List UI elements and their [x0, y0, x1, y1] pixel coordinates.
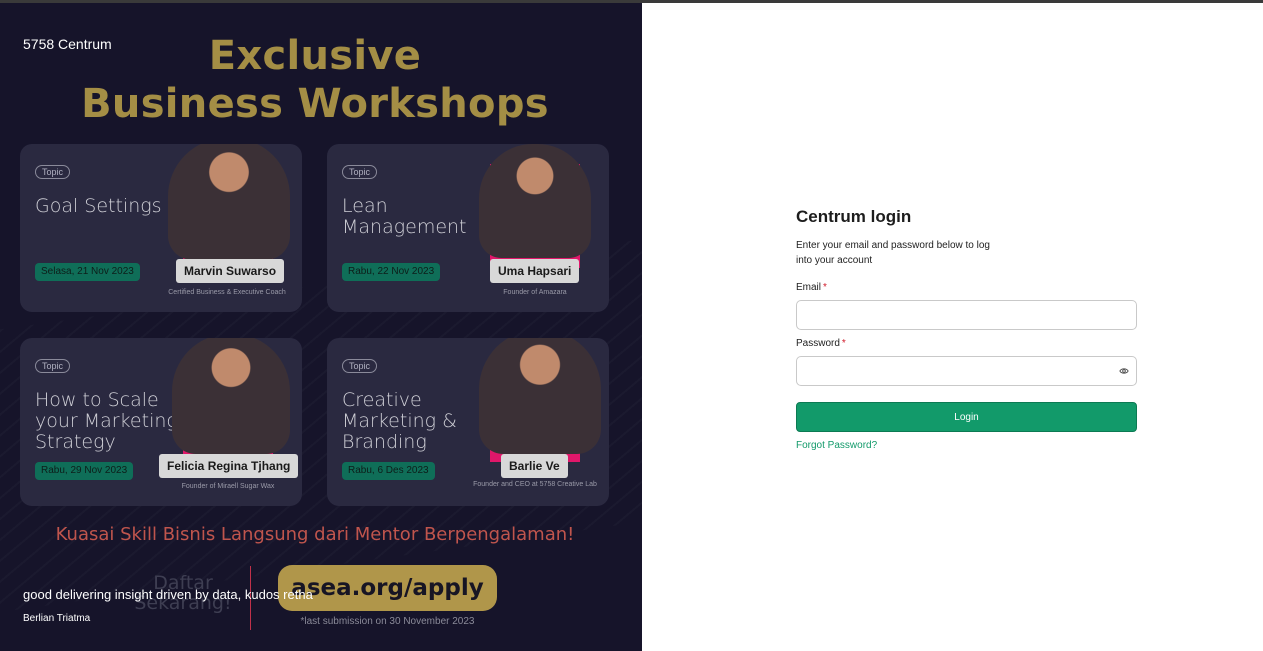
workshop-date: Selasa, 21 Nov 2023: [35, 263, 140, 281]
topic-tag: Topic: [342, 165, 378, 179]
password-field[interactable]: [796, 356, 1137, 386]
speaker-name-tag: Barlie Ve: [501, 454, 568, 478]
login-button[interactable]: Login: [796, 402, 1137, 432]
topic-tag: Topic: [35, 359, 71, 373]
speaker-photo: [172, 338, 290, 454]
last-submission-note: *last submission on 30 November 2023: [300, 616, 475, 627]
workshop-date: Rabu, 22 Nov 2023: [342, 263, 441, 281]
speaker-name-tag: Uma Hapsari: [490, 259, 580, 283]
speaker-photo: [479, 144, 591, 258]
forgot-password-link[interactable]: Forgot Password?: [796, 440, 877, 451]
speaker-role: Founder and CEO at 5758 Creative Lab: [473, 481, 597, 488]
email-field[interactable]: [796, 300, 1137, 330]
email-label: Email: [796, 282, 822, 293]
email-label-row: Email *: [796, 282, 827, 293]
promo-panel: 5758 Centrum Exclusive Business Workshop…: [0, 3, 642, 651]
password-field-wrapper: [796, 356, 1137, 386]
workshop-card-scale-marketing: Topic How to Scale your Marketing Strate…: [20, 338, 302, 506]
speaker-role: Founder of Amazara: [503, 289, 567, 296]
promo-subtitle: Kuasai Skill Bisnis Langsung dari Mentor…: [55, 524, 575, 545]
workshop-card-creative-marketing: Topic Creative Marketing & Branding Rabu…: [327, 338, 609, 506]
speaker-photo: [479, 338, 601, 454]
eye-icon[interactable]: [1119, 366, 1129, 376]
required-marker: *: [841, 338, 846, 349]
speaker-role: Certified Business & Executive Coach: [168, 289, 286, 296]
workshop-date: Rabu, 29 Nov 2023: [35, 462, 134, 480]
password-label: Password: [796, 338, 840, 349]
workshop-title: How to Scale your Marketing Strategy: [35, 389, 178, 453]
speaker-photo: [168, 144, 290, 260]
testimonial-author: Berlian Triatma: [23, 613, 91, 624]
login-form: Centrum login Enter your email and passw…: [796, 207, 1137, 451]
headline-line-2: Business Workshops: [81, 81, 549, 127]
workshop-card-goal-settings: Topic Goal Settings Selasa, 21 Nov 2023 …: [20, 144, 302, 312]
topic-tag: Topic: [35, 165, 71, 179]
speaker-role: Founder of Miraell Sugar Wax: [181, 483, 275, 490]
login-description: Enter your email and password below to l…: [796, 240, 990, 266]
login-title: Centrum login: [796, 207, 912, 226]
workshop-title: Lean Management: [342, 195, 467, 238]
workshop-card-lean-management: Topic Lean Management Rabu, 22 Nov 2023 …: [327, 144, 609, 312]
workshop-title: Creative Marketing & Branding: [342, 389, 457, 453]
password-label-row: Password *: [796, 338, 846, 349]
testimonial-quote: good delivering insight driven by data, …: [23, 587, 313, 602]
headline-line-1: Exclusive: [208, 33, 422, 79]
workshop-title: Goal Settings: [35, 195, 162, 217]
speaker-name-tag: Felicia Regina Tjhang: [159, 454, 299, 478]
required-marker: *: [823, 282, 827, 293]
speaker-name-tag: Marvin Suwarso: [176, 259, 285, 283]
topic-tag: Topic: [342, 359, 378, 373]
workshop-date: Rabu, 6 Des 2023: [342, 462, 435, 480]
